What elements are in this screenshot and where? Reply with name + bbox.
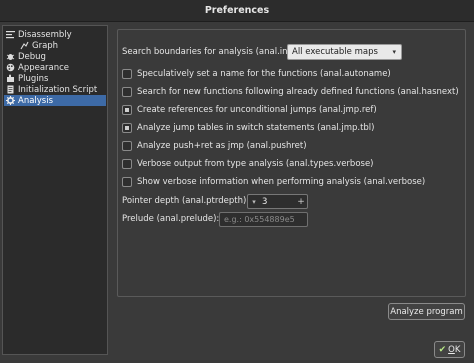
verbose-checkbox[interactable] (122, 177, 132, 187)
option-hasnext[interactable]: Search for new functions following alrea… (122, 87, 459, 97)
plugin-icon (5, 74, 15, 84)
ok-rest: K (454, 344, 461, 355)
option-verbose[interactable]: Show verbose information when performing… (122, 177, 425, 187)
hasnext-checkbox[interactable] (122, 87, 132, 97)
option-autoname[interactable]: Speculatively set a name for the functio… (122, 69, 391, 79)
option-label: Verbose output from type analysis (anal.… (137, 159, 374, 169)
jmp-ref-checkbox[interactable] (122, 105, 132, 115)
prelude-row: Prelude (anal.prelude): (122, 214, 219, 224)
analyze-program-label: Analyze program (390, 306, 463, 317)
pointer-depth-row: Pointer depth (anal.ptrdepth): (122, 196, 249, 206)
autoname-checkbox[interactable] (122, 69, 132, 79)
graph-icon (19, 41, 29, 51)
preferences-sidebar: Disassembly Graph Debug Appearance Plugi… (2, 25, 108, 355)
decrement-icon[interactable]: ▾ (248, 198, 260, 206)
search-boundaries-row: Search boundaries for analysis (anal.in)… (122, 47, 294, 57)
sidebar-item-label: Disassembly (18, 29, 72, 40)
pushret-checkbox[interactable] (122, 141, 132, 151)
window-title: Preferences (204, 5, 270, 16)
title-bar: Preferences (0, 0, 474, 22)
bug-icon (5, 52, 15, 62)
check-icon: ✔ (438, 344, 447, 355)
prelude-label: Prelude (anal.prelude): (122, 214, 220, 224)
types-verbose-checkbox[interactable] (122, 159, 132, 169)
search-boundaries-select[interactable]: All executable maps ▾ (287, 44, 402, 60)
option-label: Create references for unconditional jump… (137, 105, 377, 115)
search-boundaries-value: All executable maps (292, 47, 378, 57)
sidebar-item-label: Initialization Script (18, 84, 98, 95)
analyze-program-button[interactable]: Analyze program (388, 303, 465, 320)
option-jmp-tbl[interactable]: Analyze jump tables in switch statements… (122, 123, 375, 133)
prelude-placeholder: e.g.: 0x554889e5 (224, 215, 295, 224)
pointer-depth-label: Pointer depth (anal.ptrdepth): (122, 196, 250, 206)
prelude-input[interactable]: e.g.: 0x554889e5 (219, 212, 308, 227)
ok-label: OK (448, 345, 460, 355)
option-label: Show verbose information when performing… (137, 177, 426, 187)
sidebar-item-plugins[interactable]: Plugins (5, 73, 48, 84)
pointer-depth-spinbox[interactable]: ▾ 3 + (247, 194, 308, 209)
search-boundaries-label: Search boundaries for analysis (anal.in)… (122, 47, 294, 57)
sidebar-item-appearance[interactable]: Appearance (5, 62, 69, 73)
ok-mnemonic: O (448, 344, 455, 355)
sidebar-item-debug[interactable]: Debug (5, 51, 46, 62)
sidebar-item-disassembly[interactable]: Disassembly (5, 29, 72, 40)
script-icon (5, 85, 15, 95)
option-label: Speculatively set a name for the functio… (137, 69, 391, 79)
palette-icon (5, 63, 15, 73)
sidebar-item-analysis[interactable]: Analysis (4, 95, 106, 106)
increment-icon[interactable]: + (295, 197, 307, 207)
sidebar-item-initialization-script[interactable]: Initialization Script (5, 84, 97, 95)
option-label: Analyze push+ret as jmp (anal.pushret) (137, 141, 307, 151)
ok-button[interactable]: ✔ OK (434, 341, 465, 358)
sidebar-item-label: Analysis (18, 95, 54, 106)
option-pushret[interactable]: Analyze push+ret as jmp (anal.pushret) (122, 141, 307, 151)
sidebar-item-label: Graph (32, 40, 59, 51)
pointer-depth-value: 3 (262, 196, 268, 207)
gear-icon (5, 96, 15, 106)
sidebar-item-label: Appearance (18, 62, 70, 73)
jmp-tbl-checkbox[interactable] (122, 123, 132, 133)
list-icon (5, 30, 15, 40)
sidebar-item-graph[interactable]: Graph (19, 40, 58, 51)
sidebar-item-label: Plugins (18, 73, 49, 84)
option-types-verbose[interactable]: Verbose output from type analysis (anal.… (122, 159, 374, 169)
chevron-down-icon: ▾ (392, 48, 396, 56)
option-label: Search for new functions following alrea… (137, 87, 459, 97)
option-jmp-ref[interactable]: Create references for unconditional jump… (122, 105, 377, 115)
sidebar-item-label: Debug (18, 51, 46, 62)
option-label: Analyze jump tables in switch statements… (137, 123, 375, 133)
